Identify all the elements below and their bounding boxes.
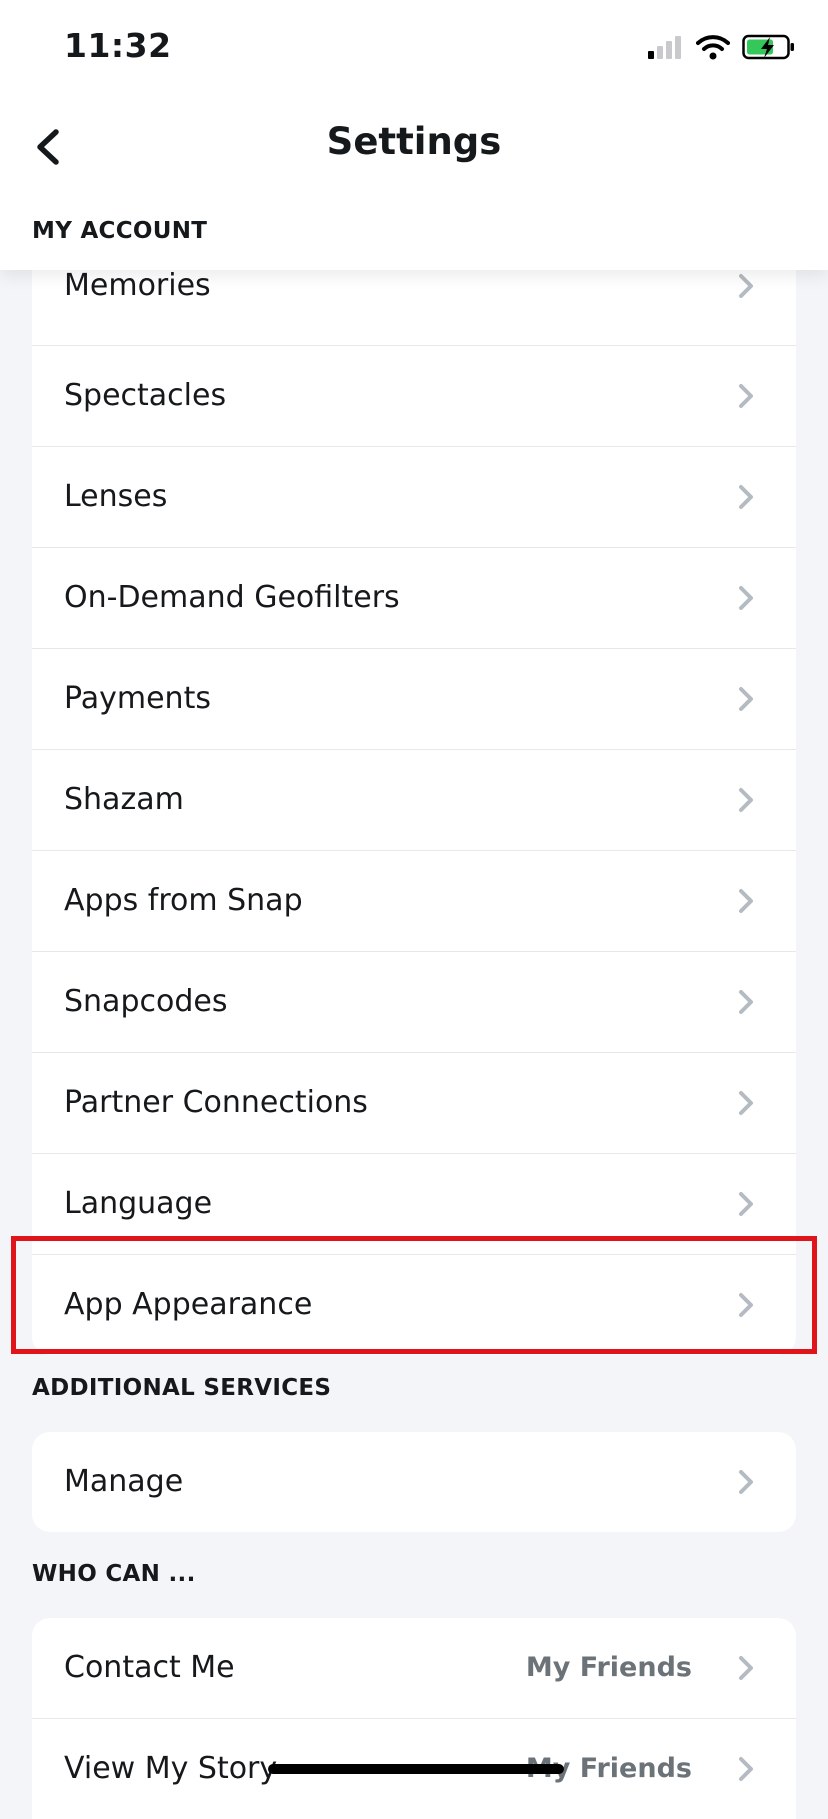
- section-label-additional-services: ADDITIONAL SERVICES: [32, 1375, 332, 1401]
- status-bar: 11:32: [0, 0, 828, 96]
- chevron-right-icon: [739, 274, 753, 298]
- settings-row-language[interactable]: Language: [32, 1154, 796, 1255]
- chevron-right-icon: [739, 384, 753, 408]
- row-label: Spectacles: [64, 378, 227, 413]
- settings-row-lenses[interactable]: Lenses: [32, 447, 796, 548]
- row-label: Payments: [64, 681, 211, 716]
- row-label: Shazam: [64, 782, 184, 817]
- chevron-right-icon: [739, 1470, 753, 1494]
- who-can-card: Contact Me My Friends View My Story My F…: [32, 1618, 796, 1819]
- row-label: View My Story: [64, 1751, 278, 1786]
- settings-row-manage[interactable]: Manage: [32, 1432, 796, 1532]
- chevron-right-icon: [739, 485, 753, 509]
- page-title: Settings: [326, 120, 502, 163]
- chevron-right-icon: [739, 889, 753, 913]
- row-label: App Appearance: [64, 1287, 313, 1322]
- row-label: Lenses: [64, 479, 168, 514]
- row-label: Apps from Snap: [64, 883, 303, 918]
- chevron-right-icon: [739, 1091, 753, 1115]
- chevron-right-icon: [739, 1757, 753, 1781]
- settings-row-app-appearance[interactable]: App Appearance: [32, 1255, 796, 1355]
- settings-row-apps-from-snap[interactable]: Apps from Snap: [32, 851, 796, 952]
- chevron-right-icon: [739, 1293, 753, 1317]
- chevron-right-icon: [739, 586, 753, 610]
- status-icons: [646, 34, 796, 60]
- row-label: Language: [64, 1186, 213, 1221]
- my-account-card: Memories Spectacles Lenses On-Demand Geo…: [32, 246, 796, 1355]
- settings-row-on-demand-geofilters[interactable]: On-Demand Geofilters: [32, 548, 796, 649]
- additional-services-card: Manage: [32, 1432, 796, 1532]
- chevron-right-icon: [739, 1656, 753, 1680]
- settings-row-spectacles[interactable]: Spectacles: [32, 346, 796, 447]
- row-label: Contact Me: [64, 1650, 235, 1685]
- section-label-who-can: WHO CAN ...: [32, 1561, 196, 1587]
- row-label: On-Demand Geofilters: [64, 580, 400, 615]
- chevron-right-icon: [739, 1192, 753, 1216]
- cellular-signal-icon: [648, 36, 681, 59]
- settings-row-snapcodes[interactable]: Snapcodes: [32, 952, 796, 1053]
- settings-row-partner-connections[interactable]: Partner Connections: [32, 1053, 796, 1154]
- battery-charging-icon: [742, 34, 794, 60]
- settings-row-payments[interactable]: Payments: [32, 649, 796, 750]
- settings-row-contact-me[interactable]: Contact Me My Friends: [32, 1618, 796, 1719]
- chevron-right-icon: [739, 788, 753, 812]
- section-label-my-account: MY ACCOUNT: [32, 218, 208, 244]
- chevron-right-icon: [739, 687, 753, 711]
- chevron-right-icon: [739, 990, 753, 1014]
- row-label: Snapcodes: [64, 984, 228, 1019]
- home-indicator[interactable]: [268, 1764, 564, 1774]
- status-time: 11:32: [64, 26, 172, 65]
- settings-header: Settings MY ACCOUNT: [0, 96, 828, 270]
- wifi-icon: [696, 35, 730, 60]
- settings-row-shazam[interactable]: Shazam: [32, 750, 796, 851]
- row-label: Partner Connections: [64, 1085, 368, 1120]
- row-value: My Friends: [525, 1652, 692, 1683]
- row-label: Manage: [64, 1464, 184, 1499]
